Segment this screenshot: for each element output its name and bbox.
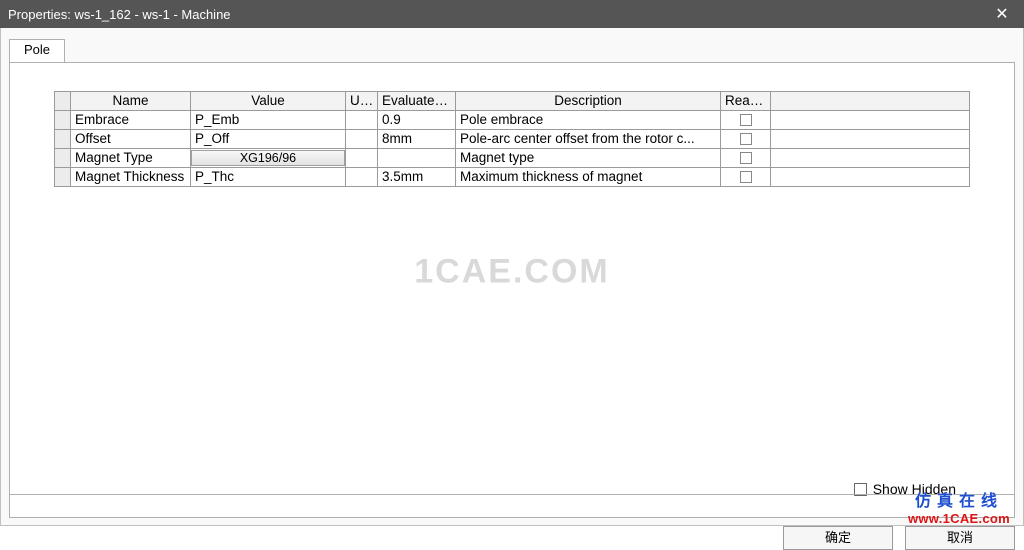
grid-header-value[interactable]: Value xyxy=(191,92,346,111)
table-row: EmbraceP_Emb 0.9Pole embrace xyxy=(55,111,970,130)
table-row: Magnet TypeXG196/96 Magnet type xyxy=(55,149,970,168)
ok-button-label: 确定 xyxy=(825,530,851,545)
cell-unit[interactable] xyxy=(346,168,378,187)
cell-name[interactable]: Embrace xyxy=(71,111,191,130)
cell-evaluated: 0.9 xyxy=(378,111,456,130)
grid-header-pad xyxy=(771,92,970,111)
properties-grid-wrap: Name Value Unit Evaluated... Description… xyxy=(54,91,970,187)
cell-name[interactable]: Offset xyxy=(71,130,191,149)
cancel-button[interactable]: 取消 xyxy=(905,526,1015,550)
cell-name[interactable]: Magnet Thickness xyxy=(71,168,191,187)
separator-line xyxy=(9,494,1015,495)
cell-unit[interactable] xyxy=(346,130,378,149)
value-picker-button[interactable]: XG196/96 xyxy=(191,150,345,166)
cell-pad xyxy=(771,168,970,187)
cell-evaluated: 8mm xyxy=(378,130,456,149)
cell-pad xyxy=(771,130,970,149)
tab-pole-label: Pole xyxy=(24,42,50,57)
cell-readonly[interactable] xyxy=(721,168,771,187)
cell-description[interactable]: Pole embrace xyxy=(456,111,721,130)
cell-value[interactable]: P_Thc xyxy=(191,168,346,187)
tab-pole[interactable]: Pole xyxy=(9,39,65,63)
grid-header-rownum[interactable] xyxy=(55,92,71,111)
row-header-cell[interactable] xyxy=(55,130,71,149)
tab-panel: Name Value Unit Evaluated... Description… xyxy=(9,62,1015,518)
cell-value[interactable]: P_Off xyxy=(191,130,346,149)
watermark-center: 1CAE.COM xyxy=(414,252,609,291)
dialog-client-area: Pole Name Value Unit Evaluated... xyxy=(0,28,1024,526)
window-close-button[interactable]: ✕ xyxy=(980,0,1024,28)
cell-readonly[interactable] xyxy=(721,149,771,168)
cell-name[interactable]: Magnet Type xyxy=(71,149,191,168)
cell-description[interactable]: Magnet type xyxy=(456,149,721,168)
close-icon: ✕ xyxy=(995,4,1008,24)
cell-evaluated: 3.5mm xyxy=(378,168,456,187)
cell-description[interactable]: Pole-arc center offset from the rotor c.… xyxy=(456,130,721,149)
properties-grid: Name Value Unit Evaluated... Description… xyxy=(54,91,970,187)
row-header-cell[interactable] xyxy=(55,168,71,187)
tab-strip: Pole xyxy=(9,38,1023,62)
readonly-checkbox[interactable] xyxy=(740,114,752,126)
table-row: OffsetP_Off 8mmPole-arc center offset fro… xyxy=(55,130,970,149)
readonly-checkbox[interactable] xyxy=(740,152,752,164)
cell-evaluated xyxy=(378,149,456,168)
cell-unit[interactable] xyxy=(346,149,378,168)
cell-unit[interactable] xyxy=(346,111,378,130)
grid-header-row: Name Value Unit Evaluated... Description… xyxy=(55,92,970,111)
cell-readonly[interactable] xyxy=(721,111,771,130)
cancel-button-label: 取消 xyxy=(947,530,973,545)
cell-value[interactable]: XG196/96 xyxy=(191,149,346,168)
grid-header-description[interactable]: Description xyxy=(456,92,721,111)
cell-value[interactable]: P_Emb xyxy=(191,111,346,130)
grid-header-evaluated[interactable]: Evaluated... xyxy=(378,92,456,111)
cell-pad xyxy=(771,149,970,168)
grid-header-name[interactable]: Name xyxy=(71,92,191,111)
readonly-checkbox[interactable] xyxy=(740,133,752,145)
cell-pad xyxy=(771,111,970,130)
cell-readonly[interactable] xyxy=(721,130,771,149)
table-row: Magnet ThicknessP_Thc 3.5mmMaximum thickn… xyxy=(55,168,970,187)
grid-header-unit[interactable]: Unit xyxy=(346,92,378,111)
grid-header-readonly[interactable]: Read-o... xyxy=(721,92,771,111)
title-bar: Properties: ws-1_162 - ws-1 - Machine ✕ xyxy=(0,0,1024,28)
readonly-checkbox[interactable] xyxy=(740,171,752,183)
window-title: Properties: ws-1_162 - ws-1 - Machine xyxy=(8,7,980,22)
ok-button[interactable]: 确定 xyxy=(783,526,893,550)
row-header-cell[interactable] xyxy=(55,149,71,168)
row-header-cell[interactable] xyxy=(55,111,71,130)
cell-description[interactable]: Maximum thickness of magnet xyxy=(456,168,721,187)
